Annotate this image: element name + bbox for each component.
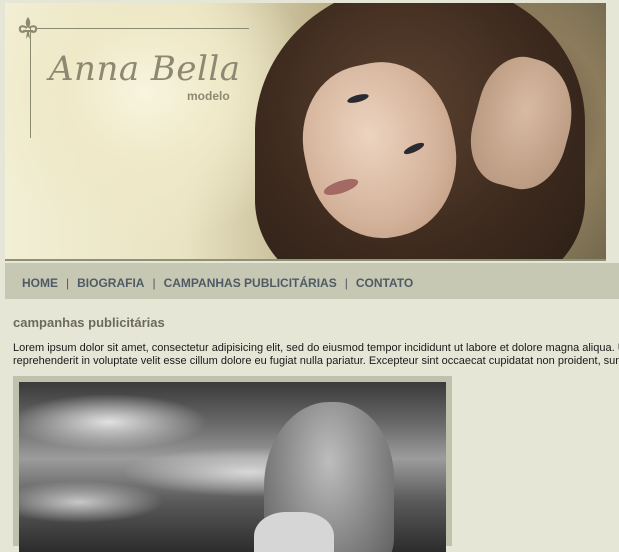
nav-separator: | bbox=[152, 276, 156, 290]
decorative-line-horizontal bbox=[35, 28, 249, 29]
body-paragraph-line-2: reprehenderit in voluptate velit esse ci… bbox=[13, 355, 619, 367]
campaign-photo-figure-shoulder bbox=[254, 512, 334, 552]
site-subtitle: modelo bbox=[187, 89, 230, 103]
nav-separator: | bbox=[66, 276, 70, 290]
campaign-photo[interactable] bbox=[19, 382, 446, 552]
nav-separator: | bbox=[344, 276, 348, 290]
nav-list: HOME | BIOGRAFIA | CAMPANHAS PUBLICITÁRIAS | C… bbox=[22, 276, 413, 290]
nav-item-campanhas-publicitarias[interactable]: CAMPANHAS PUBLICITÁRIAS bbox=[164, 276, 337, 290]
main-navigation: HOME | BIOGRAFIA | CAMPANHAS PUBLICITÁRIAS | C… bbox=[5, 263, 619, 299]
section-title: campanhas publicitárias bbox=[13, 315, 165, 330]
decorative-line-vertical bbox=[30, 28, 31, 138]
nav-item-contato[interactable]: CONTATO bbox=[356, 276, 413, 290]
header-banner: Anna Bella modelo bbox=[5, 3, 606, 261]
site-title[interactable]: Anna Bella bbox=[49, 49, 241, 89]
nav-item-home[interactable]: HOME bbox=[22, 276, 58, 290]
campaign-photo-frame bbox=[13, 376, 452, 552]
nav-item-biografia[interactable]: BIOGRAFIA bbox=[77, 276, 144, 290]
body-paragraph-line-1: Lorem ipsum dolor sit amet, consectetur … bbox=[13, 342, 619, 354]
banner-border bbox=[5, 259, 606, 261]
body-paragraph: Lorem ipsum dolor sit amet, consectetur … bbox=[13, 342, 619, 368]
